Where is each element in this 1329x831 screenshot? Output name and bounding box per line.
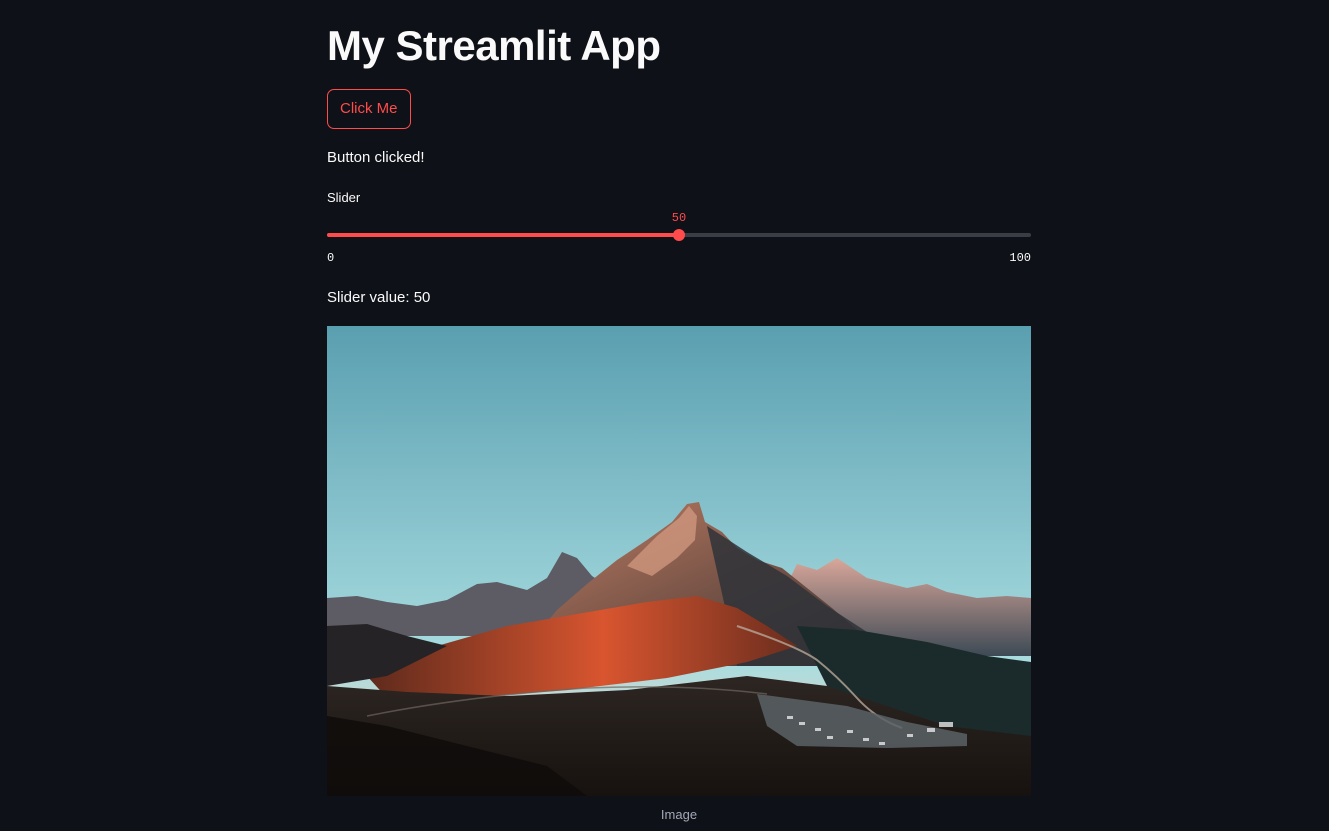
click-me-button[interactable]: Click Me	[327, 89, 411, 129]
slider-track-fill	[327, 233, 679, 237]
streamlit-page: My Streamlit App Click Me Button clicked…	[0, 0, 1329, 831]
slider-max-label: 100	[1009, 251, 1031, 265]
image-caption: Image	[660, 807, 698, 822]
slider-min-label: 0	[327, 251, 335, 265]
slider-current-value: 50	[671, 211, 687, 225]
button-status-text: Button clicked!	[327, 149, 425, 166]
slider-label: Slider	[327, 190, 361, 205]
slider-track[interactable]	[327, 229, 1031, 241]
page-title: My Streamlit App	[327, 22, 661, 69]
slider-value-text: Slider value: 50	[327, 289, 431, 306]
slider-thumb[interactable]	[673, 229, 685, 241]
mountain-image	[327, 326, 1031, 796]
